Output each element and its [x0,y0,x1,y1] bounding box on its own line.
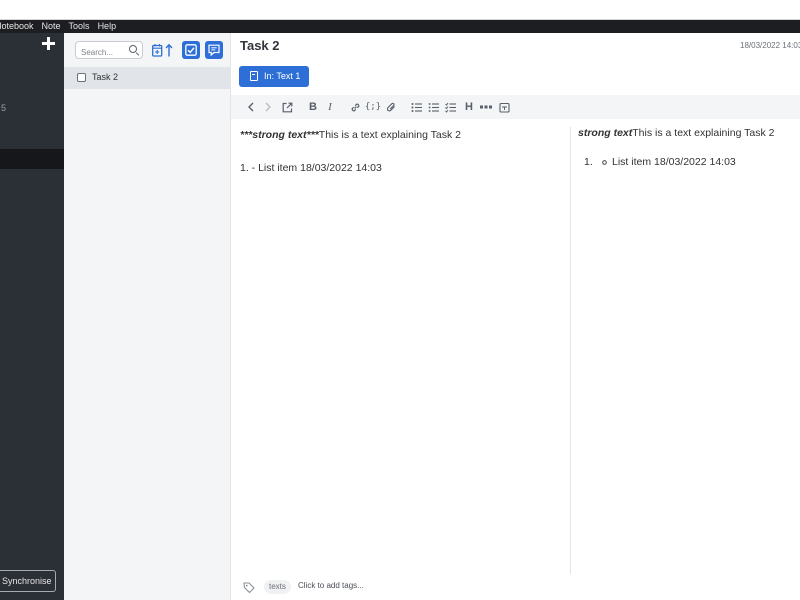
sidebar: 5 Synchronise [0,33,64,600]
sidebar-item-selected[interactable] [0,149,64,169]
preview-list-bullet-icon [602,156,607,168]
preview-line-1-text: This is a text explaining Task 2 [632,127,775,139]
editor-toolbar: B I {;} H [231,95,800,119]
menu-notebook[interactable]: Notebook [0,20,34,33]
source-line-1: ***strong text***This is a text explaini… [240,129,461,141]
notebook-button[interactable]: In: Text 1 [239,66,309,87]
note-checkbox[interactable] [77,73,86,82]
forward-icon[interactable] [260,99,276,115]
menu-help[interactable]: Help [98,20,117,33]
toggle-todo-button[interactable] [182,41,200,59]
source-strong-markup: ***strong text*** [240,129,319,141]
back-icon[interactable] [243,99,259,115]
tag-chip[interactable]: texts [264,580,291,594]
search-icon[interactable] [129,45,137,53]
preview-strong-text: strong text [578,127,633,139]
attach-file-icon[interactable] [383,99,399,115]
bold-icon[interactable]: B [305,99,321,115]
external-editor-icon[interactable] [279,99,295,115]
note-list-item[interactable]: Task 2 [64,67,230,89]
add-notebook-icon[interactable] [41,36,57,52]
preview-list-item: List item 18/03/2022 14:03 [612,156,736,168]
menu-bar: Notebook Note Tools Help [0,20,800,33]
numbered-list-icon[interactable] [426,99,442,115]
checklist-icon[interactable] [443,99,459,115]
note-list-panel: Task 2 [64,33,231,600]
horizontal-rule-icon[interactable] [478,99,494,115]
preview-line-1: strong textThis is a text explaining Tas… [578,127,774,139]
menu-tools[interactable]: Tools [69,20,90,33]
menu-note[interactable]: Note [42,20,61,33]
italic-icon[interactable]: I [322,99,338,115]
tag-icon[interactable] [243,582,255,593]
code-icon[interactable]: {;} [365,99,381,115]
link-icon[interactable] [347,99,363,115]
source-line-1-text: This is a text explaining Task 2 [318,129,461,141]
new-note-button[interactable] [205,41,223,59]
calendar-sort-icon [152,44,173,57]
search-input[interactable] [76,44,124,61]
checkbox-icon [185,44,197,56]
heading-icon[interactable]: H [461,99,477,115]
markdown-source-pane[interactable]: ***strong text***This is a text explaini… [231,119,570,575]
note-editor: Task 2 18/03/2022 14:03 In: Text 1 B I {… [231,33,800,600]
sidebar-note-count: 5 [1,103,7,113]
notebook-icon [250,71,258,81]
note-date: 18/03/2022 14:03 [740,41,800,50]
preview-list-number: 1. [584,156,593,168]
note-list-item-title: Task 2 [92,72,119,82]
insert-datetime-icon[interactable] [496,99,512,115]
note-title[interactable]: Task 2 [240,38,280,53]
window-titlebar [0,0,800,20]
tags-bar: texts Click to add tags... [231,575,800,600]
sort-by-date-button[interactable] [149,41,175,59]
note-icon [208,44,220,56]
add-tags-link[interactable]: Click to add tags... [298,581,364,590]
synchronise-button[interactable]: Synchronise [0,570,56,592]
source-line-2: 1. - List item 18/03/2022 14:03 [240,162,382,174]
markdown-preview-pane: strong textThis is a text explaining Tas… [571,119,800,575]
bulleted-list-icon[interactable] [409,99,425,115]
notebook-button-label: In: Text 1 [264,71,301,81]
search-box [75,41,143,61]
